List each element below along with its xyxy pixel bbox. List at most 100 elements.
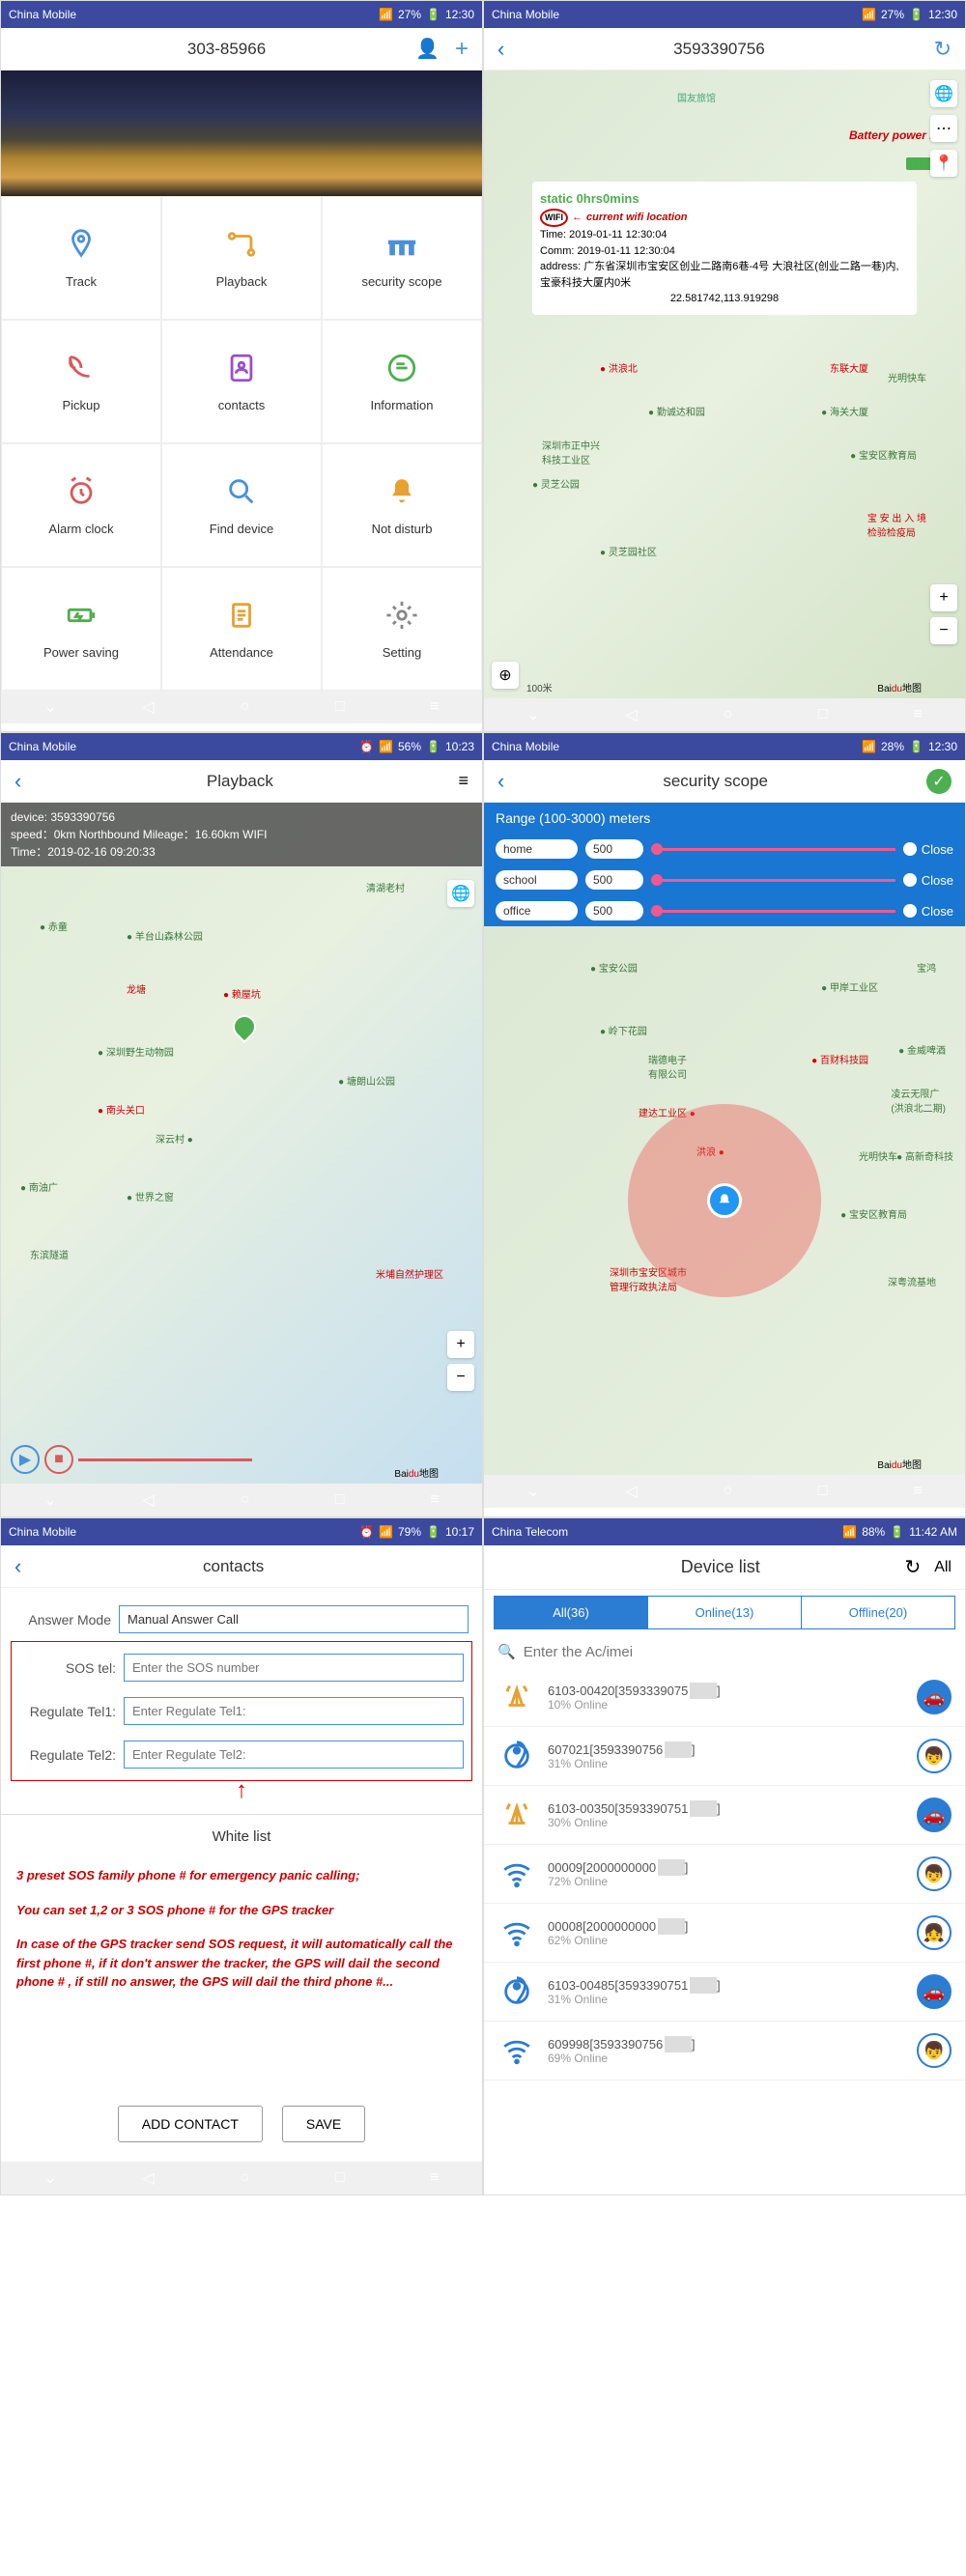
feature-contacts[interactable]: contacts	[161, 320, 322, 443]
nav-back-icon[interactable]: ◁	[142, 697, 154, 717]
back-icon[interactable]: ‹	[14, 769, 21, 794]
globe-icon[interactable]: 🌐	[447, 880, 474, 907]
list-icon[interactable]: ≡	[458, 771, 469, 791]
playback-controls: ▶ ■	[11, 1445, 252, 1474]
stop-button[interactable]: ■	[44, 1445, 73, 1474]
device-row[interactable]: 6103-00485[3593390751 ]31% Online 🚗	[484, 1963, 965, 2022]
save-button[interactable]: SAVE	[282, 2106, 365, 2142]
range-slider[interactable]	[651, 848, 895, 851]
answer-mode-select[interactable]: Manual Answer Call	[119, 1605, 469, 1633]
device-avatar[interactable]: 🚗	[917, 1798, 952, 1832]
app-header: 303-85966 👤 +	[1, 28, 482, 71]
device-avatar[interactable]: 👦	[917, 1856, 952, 1891]
feature-security-scope[interactable]: security scope	[322, 196, 482, 320]
add-contact-button[interactable]: ADD CONTACT	[118, 2106, 263, 2142]
geofence-map[interactable]: ● 宝安公园 ● 甲岸工业区 宝鸿 ● 岭下花园 瑞德电子有限公司 ● 百财科技…	[484, 926, 965, 1475]
feature-setting[interactable]: Setting	[322, 567, 482, 691]
device-avatar[interactable]: 👦	[917, 2033, 952, 2068]
device-row[interactable]: 00008[2000000000 ]62% Online👧	[484, 1904, 965, 1963]
playback-info: device: 3593390756 speed：0km Northbound …	[1, 803, 482, 866]
device-avatar[interactable]: 🚗	[917, 1680, 952, 1714]
status-bar: China Mobile ⏰📶56%🔋10:23	[1, 733, 482, 760]
close-toggle[interactable]: Close	[903, 842, 953, 857]
nav-bar: ⌄◁○□≡	[484, 1475, 965, 1508]
device-row[interactable]: 00009[2000000000 ]72% Online 👦	[484, 1845, 965, 1904]
add-icon[interactable]: +	[455, 36, 469, 63]
device-avatar[interactable]: 👧	[917, 1915, 952, 1950]
tab-online[interactable]: Online(13)	[647, 1597, 802, 1628]
confirm-icon[interactable]: ✓	[926, 769, 952, 794]
menu-icon[interactable]: ⋯	[930, 115, 957, 142]
feature-attendance[interactable]: Attendance	[161, 567, 322, 691]
status-bar: China Telecom 📶88%🔋11:42 AM	[484, 1518, 965, 1545]
refresh-icon[interactable]: ↻	[904, 1555, 921, 1579]
page-title: security scope	[504, 772, 926, 791]
reg1-row: Regulate Tel1:	[15, 1689, 468, 1733]
device-type-icon	[497, 1678, 536, 1716]
device-row[interactable]: 609998[3593390756 ]69% Online👦	[484, 2022, 965, 2081]
feature-pickup[interactable]: Pickup	[1, 320, 161, 443]
globe-icon[interactable]: 🌐	[930, 80, 957, 107]
back-icon[interactable]: ‹	[14, 1554, 21, 1579]
feature-track[interactable]: Track	[1, 196, 161, 320]
device-type-icon	[497, 1737, 536, 1775]
device-status: 72% Online	[548, 1875, 905, 1888]
refresh-icon[interactable]: ↻	[934, 37, 952, 62]
back-icon[interactable]: ‹	[497, 37, 504, 62]
tab-all[interactable]: All(36)	[495, 1597, 647, 1628]
map-view[interactable]: 国友旅馆 ● 洪浪北 光明快车 ● 勤诚达和园 ● 海关大厦 深圳市正中兴科技工…	[484, 71, 965, 698]
play-button[interactable]: ▶	[11, 1445, 40, 1474]
nav-recent-icon[interactable]: □	[335, 698, 345, 716]
feature-playback[interactable]: Playback	[161, 196, 322, 320]
feature-information[interactable]: Information	[322, 320, 482, 443]
device-name: 607021[3593390756 ]	[548, 1742, 905, 1757]
device-name: 00008[2000000000 ]	[548, 1919, 905, 1934]
device-avatar[interactable]: 👦	[917, 1739, 952, 1773]
device-name: 6103-00485[3593390751 ]	[548, 1978, 905, 1993]
help-text-3: In case of the GPS tracker send SOS requ…	[1, 1927, 482, 1999]
feature-alarm-clock[interactable]: Alarm clock	[1, 443, 161, 567]
app-header: ‹ Playback ≡	[1, 760, 482, 803]
device-name: 00009[2000000000 ]	[548, 1860, 905, 1875]
profile-icon[interactable]: 👤	[415, 37, 440, 61]
zoom-in-icon[interactable]: +	[930, 584, 957, 611]
device-avatar[interactable]: 🚗	[917, 1974, 952, 2009]
device-type-icon	[497, 2031, 536, 2070]
feature-find-device[interactable]: Find device	[161, 443, 322, 567]
search-input[interactable]	[524, 1644, 952, 1660]
range-home: Close	[484, 834, 965, 864]
status-bar: China Mobile 📶27%🔋12:30	[1, 1, 482, 28]
app-header: ‹ security scope ✓	[484, 760, 965, 803]
reg2-row: Regulate Tel2:	[15, 1733, 468, 1776]
status-bar: China Mobile ⏰📶79%🔋10:17	[1, 1518, 482, 1545]
range-value-input[interactable]	[585, 839, 643, 859]
feature-not-disturb[interactable]: Not disturb	[322, 443, 482, 567]
nav-menu-icon[interactable]: ≡	[430, 698, 439, 716]
device-row[interactable]: 607021[3593390756 ]31% Online👦	[484, 1727, 965, 1786]
device-status: 31% Online	[548, 1993, 905, 2006]
locate-icon[interactable]: 📍	[930, 150, 957, 177]
device-type-icon	[497, 1796, 536, 1834]
device-row[interactable]: 6103-00350[3593390751 ]30% Online🚗	[484, 1786, 965, 1845]
progress-bar[interactable]	[78, 1458, 252, 1461]
nav-home-icon[interactable]: ○	[241, 698, 250, 716]
sos-tel-row: SOS tel:	[15, 1646, 468, 1689]
zoom-out-icon[interactable]: −	[447, 1364, 474, 1391]
compass-icon[interactable]: ⊕	[492, 662, 519, 689]
range-name-input[interactable]	[496, 839, 578, 859]
zoom-in-icon[interactable]: +	[447, 1331, 474, 1358]
reg1-input[interactable]	[124, 1697, 464, 1725]
playback-map[interactable]: device: 3593390756 speed：0km Northbound …	[1, 803, 482, 1484]
back-icon[interactable]: ‹	[497, 769, 504, 794]
page-title: Playback	[21, 772, 458, 791]
reg2-input[interactable]	[124, 1741, 464, 1769]
tab-offline[interactable]: Offline(20)	[802, 1597, 954, 1628]
all-link[interactable]: All	[934, 1559, 952, 1576]
device-row[interactable]: 6103-00420[3593339075 ]10% Online🚗	[484, 1668, 965, 1727]
whitelist-section[interactable]: White list	[1, 1814, 482, 1858]
zoom-out-icon[interactable]: −	[930, 617, 957, 644]
nav-bar: ⌄◁○□≡	[1, 2162, 482, 2194]
feature-power-saving[interactable]: Power saving	[1, 567, 161, 691]
sos-input[interactable]	[124, 1654, 464, 1682]
nav-down-icon[interactable]: ⌄	[43, 697, 56, 717]
